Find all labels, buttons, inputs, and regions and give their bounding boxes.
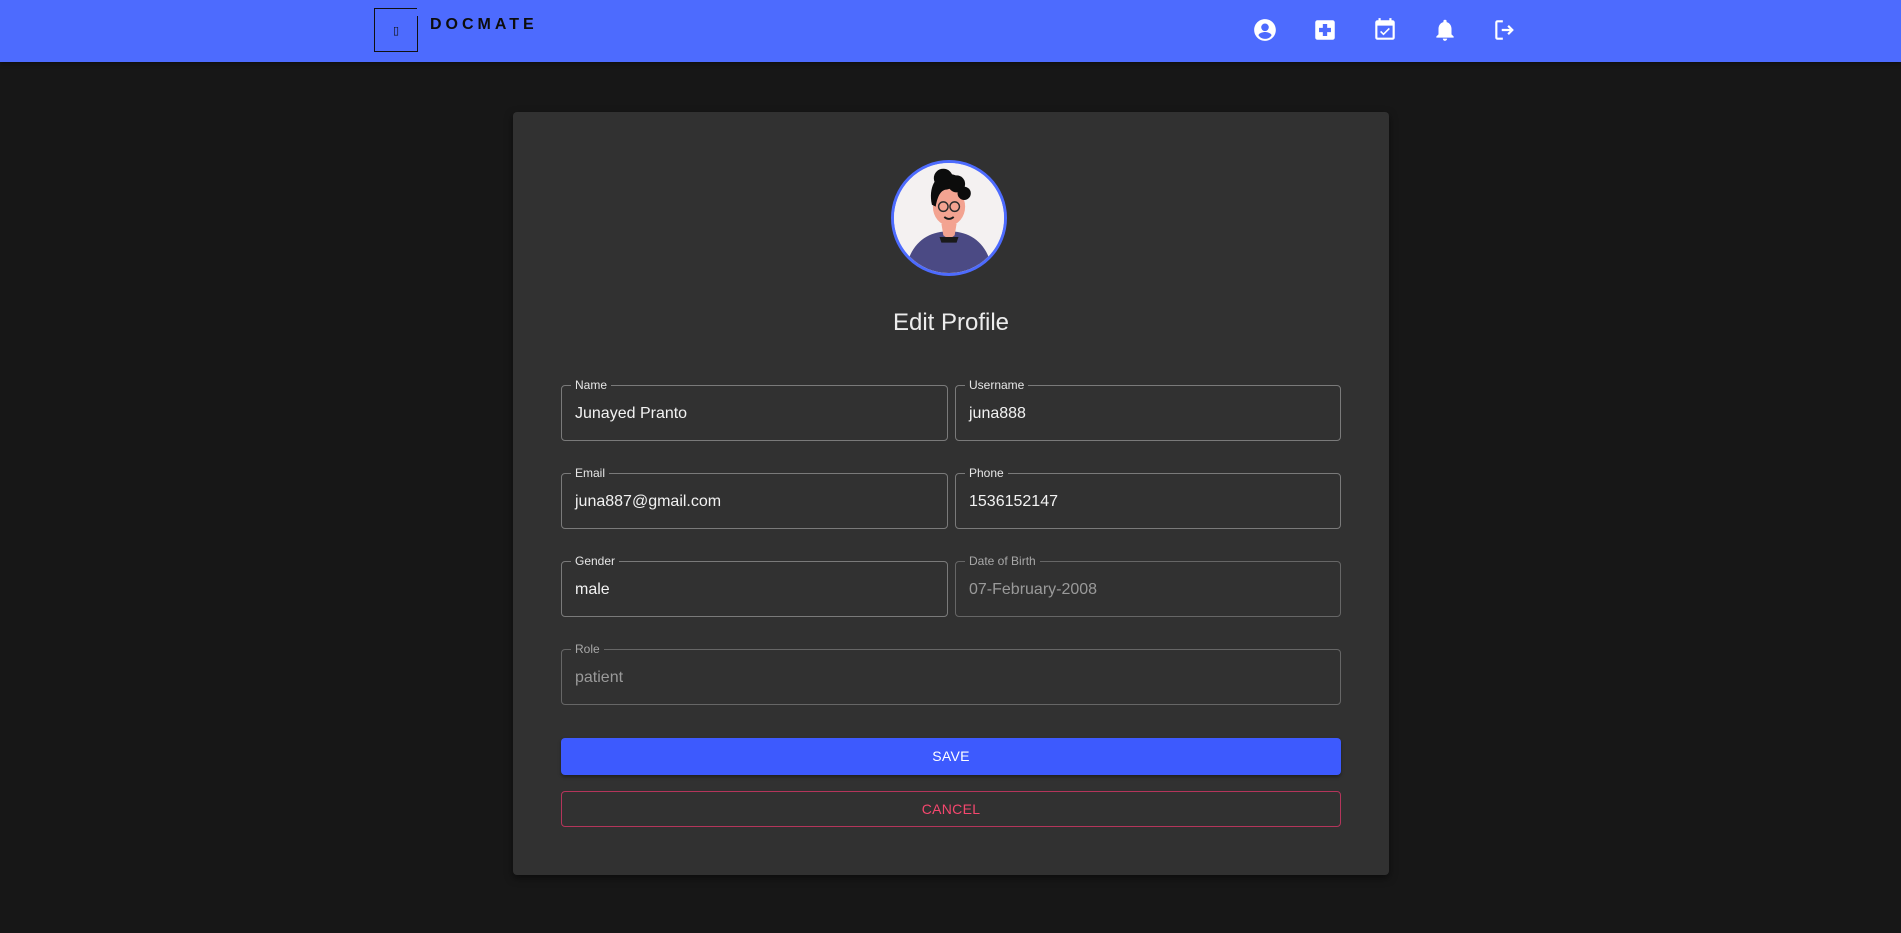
role-field-label: Role	[571, 642, 604, 656]
gender-field-label: Gender	[571, 554, 620, 568]
app-bar: ▯ DOCMATE	[0, 0, 1901, 62]
date-of-birth-field-label: Date of Birth	[965, 554, 1040, 568]
username-field[interactable]: Username juna888	[955, 378, 1341, 441]
logout-icon[interactable]	[1490, 15, 1520, 45]
phone-field[interactable]: Phone 1536152147	[955, 466, 1341, 529]
username-field-value[interactable]: juna888	[969, 404, 1026, 424]
logo: ▯	[374, 8, 418, 52]
brand-name: DOCMATE	[430, 16, 538, 33]
phone-field-label: Phone	[965, 466, 1008, 480]
email-field[interactable]: Email juna887@gmail.com	[561, 466, 948, 529]
phone-field-value[interactable]: 1536152147	[969, 492, 1058, 512]
medical-add-icon[interactable]	[1310, 15, 1340, 45]
email-field-value[interactable]: juna887@gmail.com	[575, 492, 721, 512]
role-field: Role patient	[561, 642, 1341, 705]
username-field-label: Username	[965, 378, 1029, 392]
role-field-value: patient	[575, 669, 624, 686]
name-field-label: Name	[571, 378, 612, 392]
calendar-check-icon[interactable]	[1370, 15, 1400, 45]
nav-icons	[1250, 15, 1550, 45]
avatar-illustration	[894, 163, 1004, 273]
cancel-button[interactable]: CANCEL	[561, 791, 1341, 827]
date-of-birth-field-value: 07-February-2008	[969, 581, 1098, 598]
email-field-label: Email	[571, 466, 610, 480]
avatar[interactable]	[891, 160, 1007, 276]
brand[interactable]: ▯ DOCMATE	[374, 8, 538, 52]
date-of-birth-field: Date of Birth 07-February-2008	[955, 554, 1341, 617]
bell-icon[interactable]	[1430, 15, 1460, 45]
gender-field[interactable]: Gender male	[561, 554, 948, 617]
save-button[interactable]: SAVE	[561, 738, 1341, 775]
page-title: Edit Profile	[892, 309, 1010, 336]
edit-profile-card: Edit Profile Name Junayed Pranto Usernam…	[513, 112, 1389, 875]
gender-field-value[interactable]: male	[575, 580, 610, 600]
account-circle-icon[interactable]	[1250, 15, 1280, 45]
name-field-value[interactable]: Junayed Pranto	[575, 404, 687, 424]
name-field[interactable]: Name Junayed Pranto	[561, 378, 948, 441]
